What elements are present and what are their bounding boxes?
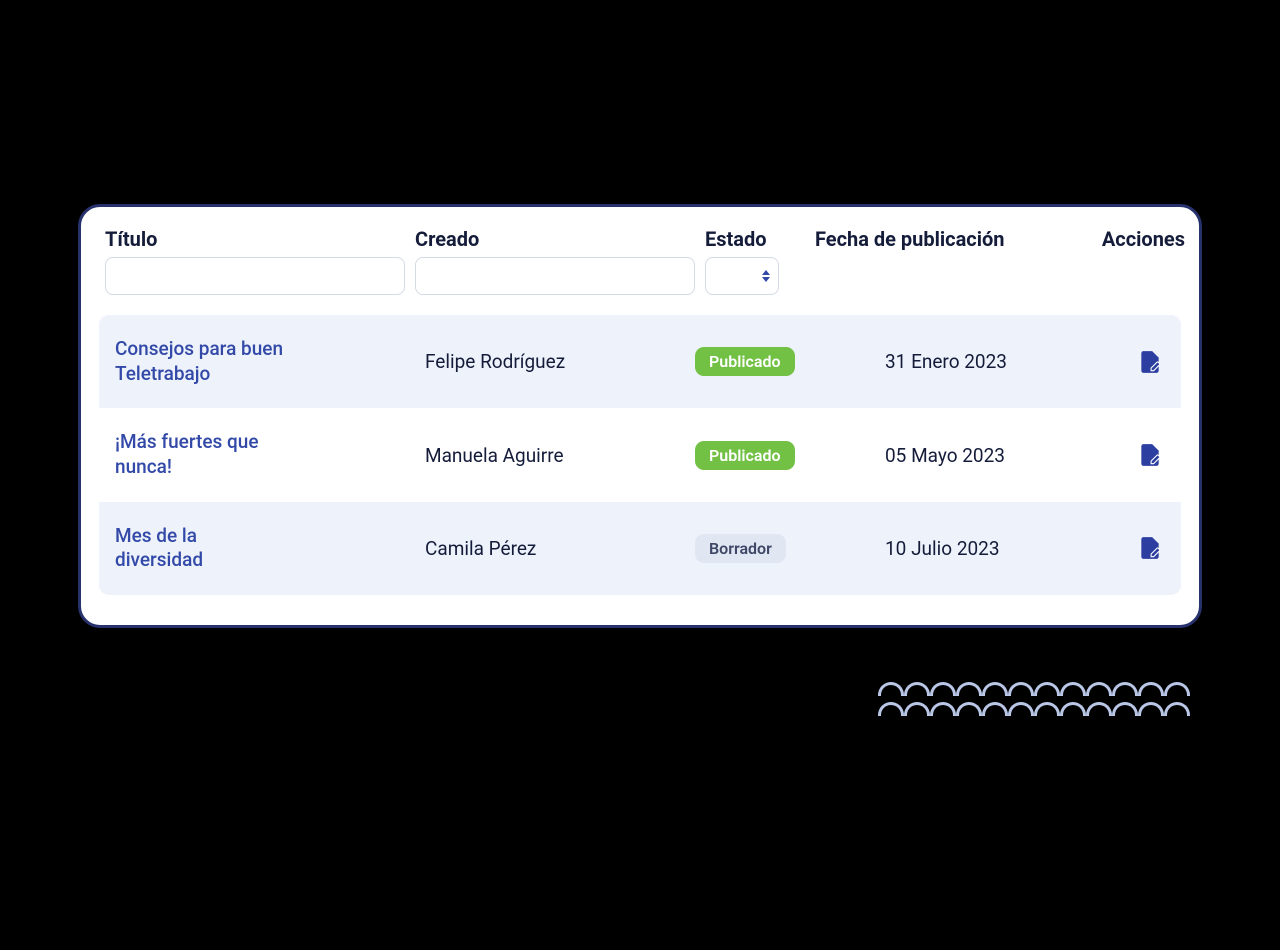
edit-icon[interactable] — [1137, 535, 1163, 561]
table-row: Mes de la diversidad Camila Pérez Borrad… — [99, 502, 1181, 595]
post-creator: Felipe Rodríguez — [425, 350, 685, 373]
filter-created-input[interactable] — [415, 257, 695, 295]
edit-icon[interactable] — [1137, 349, 1163, 375]
header-pubdate-label: Fecha de publicación — [815, 227, 1055, 251]
status-cell: Borrador — [695, 534, 835, 563]
header-actions-label: Acciones — [1102, 227, 1185, 251]
status-badge: Publicado — [695, 347, 795, 376]
status-cell: Publicado — [695, 441, 835, 470]
post-pubdate: 10 Julio 2023 — [845, 537, 1095, 560]
decorative-waves — [878, 682, 1198, 722]
sort-arrows-icon — [762, 270, 770, 282]
post-pubdate: 31 Enero 2023 — [845, 350, 1095, 373]
header-col-title: Título — [105, 227, 405, 295]
header-created-label: Creado — [415, 227, 695, 251]
filter-title-input[interactable] — [105, 257, 405, 295]
header-col-pubdate: Fecha de publicación — [815, 227, 1055, 251]
post-creator: Camila Pérez — [425, 537, 685, 560]
table-row: ¡Más fuertes que nunca! Manuela Aguirre … — [99, 408, 1181, 501]
post-pubdate: 05 Mayo 2023 — [845, 444, 1095, 467]
status-cell: Publicado — [695, 347, 835, 376]
header-col-status: Estado — [705, 227, 805, 295]
header-col-actions: Acciones — [1065, 227, 1185, 251]
edit-icon[interactable] — [1137, 442, 1163, 468]
table-body: Consejos para buen Teletrabajo Felipe Ro… — [99, 315, 1181, 595]
table-row: Consejos para buen Teletrabajo Felipe Ro… — [99, 315, 1181, 408]
header-title-label: Título — [105, 227, 405, 251]
table-header: Título Creado Estado Fecha de publicació… — [99, 227, 1181, 309]
actions-cell — [1105, 442, 1181, 468]
post-title-link[interactable]: ¡Más fuertes que nunca! — [115, 430, 275, 479]
post-creator: Manuela Aguirre — [425, 444, 685, 467]
header-status-label: Estado — [705, 227, 805, 251]
post-title-link[interactable]: Mes de la diversidad — [115, 524, 255, 573]
post-title-link[interactable]: Consejos para buen Teletrabajo — [115, 337, 355, 386]
filter-status-select[interactable] — [705, 257, 779, 295]
status-badge: Borrador — [695, 534, 786, 563]
status-badge: Publicado — [695, 441, 795, 470]
posts-table-card: Título Creado Estado Fecha de publicació… — [78, 204, 1202, 628]
header-col-created: Creado — [415, 227, 695, 295]
actions-cell — [1105, 535, 1181, 561]
actions-cell — [1105, 349, 1181, 375]
